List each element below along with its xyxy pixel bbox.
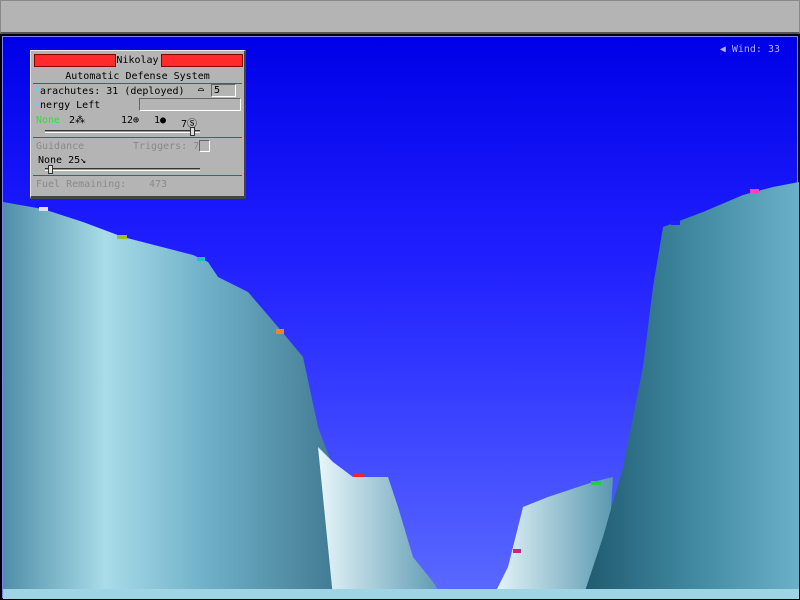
triggers-label: Triggers: 71: [133, 141, 206, 152]
health-bar-right: [161, 54, 243, 67]
guidance-slider[interactable]: [45, 165, 200, 174]
tank: [276, 329, 284, 334]
energy-bar: [139, 98, 241, 111]
panel-title: Automatic Defense System: [65, 71, 210, 82]
tank: [117, 235, 127, 239]
guidance-slider-thumb[interactable]: [48, 165, 53, 174]
shield-option-b[interactable]: 12⊕: [121, 115, 139, 126]
divider: [33, 175, 242, 176]
tank: [39, 207, 48, 211]
shield-up-icon: ⊕: [133, 115, 140, 126]
parachutes-label: arachutes: 31 (deployed): [40, 86, 185, 97]
shield-option-c[interactable]: 1●: [154, 115, 166, 126]
tank: [671, 221, 680, 225]
left-cliff: [3, 202, 343, 597]
parachute-threshold-input[interactable]: 5: [211, 84, 236, 97]
parachute-icon: ⌓: [198, 85, 205, 96]
tank: [513, 549, 521, 553]
tank: [750, 189, 759, 193]
wind-indicator: ◀ Wind: 33: [720, 44, 780, 55]
top-status-bar: [0, 0, 800, 34]
right-cliff: [583, 182, 799, 597]
triggers-checkbox[interactable]: [199, 140, 210, 152]
fuel-label: Fuel Remaining:: [36, 179, 127, 190]
guidance-arrow-icon: ↘: [80, 155, 87, 166]
fuel-value: 473: [149, 179, 168, 190]
defense-panel: Nikolay Automatic Defense System Parachu…: [30, 50, 246, 199]
shield-slider[interactable]: [45, 127, 200, 136]
shield-slider-thumb[interactable]: [190, 127, 195, 136]
energy-label: nergy Left: [40, 100, 101, 111]
tank: [591, 481, 601, 485]
tank: [197, 257, 205, 261]
divider: [33, 137, 242, 138]
wind-label: Wind: 33: [731, 44, 780, 55]
shield-none-label[interactable]: None: [36, 115, 60, 126]
shield-option-a[interactable]: 2⁂: [69, 115, 85, 126]
shield-ring-icon: ●: [160, 115, 167, 126]
wind-arrow-left-icon: ◀: [719, 44, 726, 55]
guidance-value[interactable]: None 25: [38, 155, 80, 166]
left-ledge: [318, 447, 443, 597]
tank: [354, 473, 363, 477]
